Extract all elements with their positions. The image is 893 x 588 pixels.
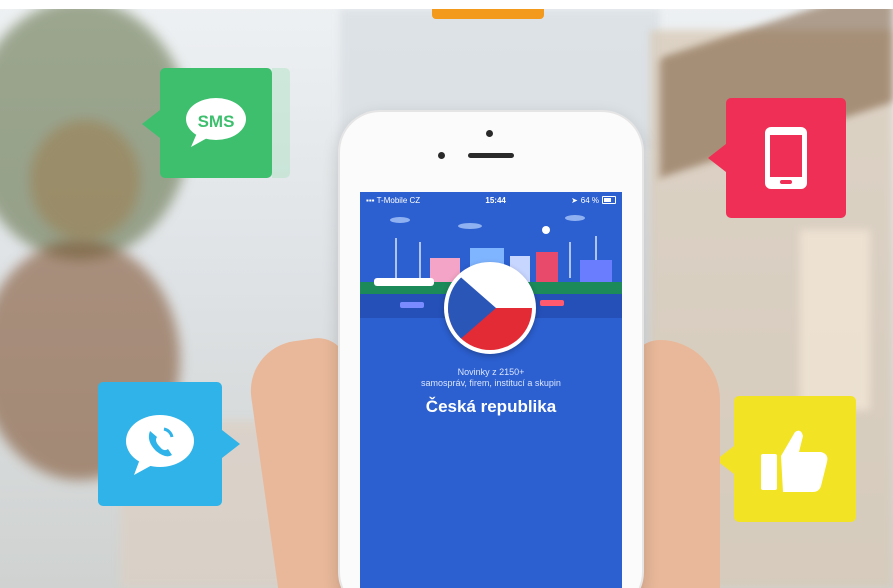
battery-icon bbox=[602, 196, 616, 204]
phone-screen: ▪▪▪ T-Mobile CZ 15:44 ➤ 64 % Novinky z 2… bbox=[360, 192, 622, 588]
background-tree bbox=[30, 120, 140, 240]
sms-tile-body: SMS bbox=[160, 68, 290, 178]
proximity-sensor bbox=[438, 152, 445, 159]
photo-scene: SMS ▪▪▪ T-Mobile CZ 15:44 ➤ 64 % Novinky… bbox=[0, 0, 893, 588]
subtitle-line-2: samospráv, firem, institucí a skupin bbox=[421, 378, 561, 388]
phone-call-icon bbox=[126, 415, 194, 475]
orange-tile-edge bbox=[432, 9, 544, 19]
location-icon: ➤ bbox=[571, 195, 578, 205]
smartphone-tile-body bbox=[726, 98, 846, 218]
right-hand bbox=[630, 340, 720, 588]
tile-pointer bbox=[222, 430, 240, 458]
czech-flag-icon bbox=[444, 262, 536, 354]
earpiece-speaker bbox=[468, 153, 514, 158]
front-camera bbox=[486, 130, 493, 137]
tile-pointer bbox=[142, 110, 160, 138]
tile-shadow bbox=[272, 68, 290, 178]
thumbs-up-icon bbox=[761, 430, 828, 492]
status-bar: ▪▪▪ T-Mobile CZ 15:44 ➤ 64 % bbox=[360, 192, 622, 208]
battery-label: 64 % bbox=[580, 195, 599, 205]
call-tile-body bbox=[98, 382, 222, 506]
sms-label: SMS bbox=[197, 112, 235, 131]
tile-pointer bbox=[708, 144, 726, 172]
carrier-label: ▪▪▪ T-Mobile CZ bbox=[366, 195, 421, 205]
status-right: ➤ 64 % bbox=[571, 196, 616, 205]
background-window bbox=[800, 230, 870, 410]
top-border bbox=[0, 0, 893, 9]
smartphone-device: ▪▪▪ T-Mobile CZ 15:44 ➤ 64 % Novinky z 2… bbox=[340, 112, 642, 588]
subtitle-line-1: Novinky z 2150+ bbox=[457, 367, 525, 377]
like-tile-body bbox=[734, 396, 856, 522]
smartphone-icon bbox=[765, 127, 807, 189]
news-subtitle: Novinky z 2150+ samospráv, firem, instit… bbox=[360, 367, 622, 389]
country-title[interactable]: Česká republika bbox=[360, 397, 622, 417]
clock-label: 15:44 bbox=[485, 195, 506, 205]
signal-icon: ▪▪▪ bbox=[366, 195, 377, 205]
